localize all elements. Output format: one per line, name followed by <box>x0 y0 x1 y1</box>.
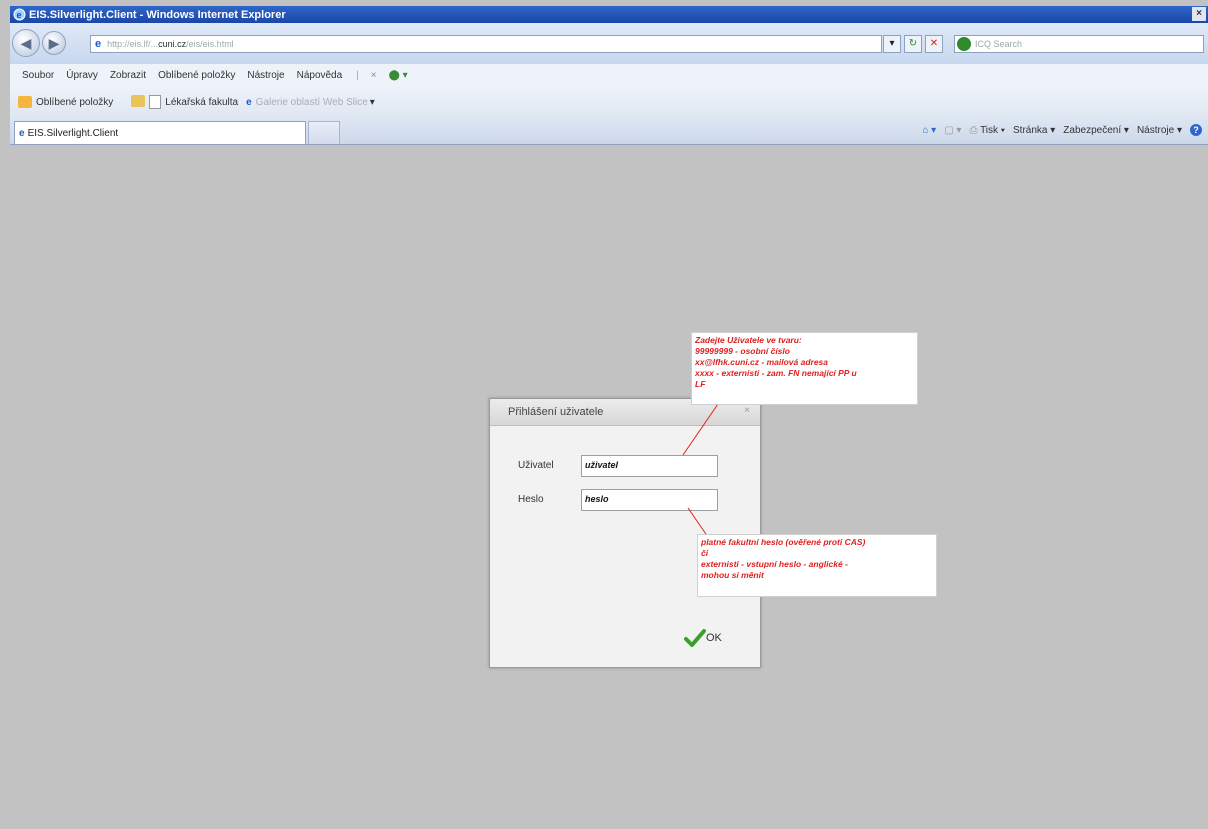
search-placeholder: ICQ Search <box>975 39 1023 49</box>
user-hint-line: Zadejte Uživatele ve tvaru: <box>695 335 802 345</box>
menu-tools[interactable]: Nástroje <box>247 70 284 81</box>
user-hint-line: xxxx - externisti - zam. FN nemající PP … <box>695 368 857 378</box>
favorites-bar: Oblíbené položky Lékařská fakulta e Gale… <box>10 86 1208 118</box>
icq-flower-icon <box>957 37 971 51</box>
favorites-star-icon <box>18 96 32 108</box>
window-title-bar: e EIS.Silverlight.Client - Windows Inter… <box>10 6 1208 23</box>
ie-page-icon: e <box>246 96 252 108</box>
address-toolbar: ◀ ▶ e http://eis.lf/... cuni.cz /eis/eis… <box>10 23 1208 63</box>
refresh-icon[interactable]: ↻ <box>904 35 922 53</box>
ok-label: OK <box>706 632 722 644</box>
print-button[interactable]: ⎙ Tisk ▾ <box>969 125 1005 136</box>
stop-icon[interactable]: ✕ <box>925 35 943 53</box>
password-hint-line: či <box>701 548 709 558</box>
address-tools: ▾ ↻ ✕ <box>883 35 943 53</box>
page-menu-button[interactable]: Stránka ▾ <box>1013 125 1055 136</box>
password-hint-line: platné fakultní heslo (ověřené proti CAS… <box>701 537 866 547</box>
addon-icon[interactable]: ⬤ ▾ <box>389 70 408 81</box>
chevron-down-icon[interactable]: ▾ <box>370 97 375 108</box>
window-close-button[interactable]: × <box>1192 7 1206 21</box>
menu-favorites[interactable]: Oblíbené položky <box>158 70 235 81</box>
forward-arrow-icon: ▶ <box>48 34 60 51</box>
password-hint-line: externisti - vstupní heslo - anglické - <box>701 559 848 569</box>
menu-edit[interactable]: Úpravy <box>66 70 98 81</box>
menu-file[interactable]: Soubor <box>22 70 54 81</box>
search-input[interactable]: ICQ Search <box>954 35 1204 53</box>
tools-menu-button[interactable]: Nástroje ▾ <box>1137 125 1182 136</box>
page-icon <box>149 95 162 109</box>
address-input[interactable]: e http://eis.lf/... cuni.cz /eis/eis.htm… <box>90 35 882 53</box>
menu-bar: Soubor Úpravy Zobrazit Oblíbené položky … <box>10 63 1208 87</box>
home-icon[interactable]: ⌂ ▾ <box>922 125 936 136</box>
menu-separator: | <box>356 70 359 81</box>
user-hint-line: 99999999 - osobní číslo <box>695 346 790 356</box>
page-icon: e <box>95 38 102 50</box>
favorite-link-lf[interactable]: Lékařská fakulta <box>165 97 238 108</box>
ok-button[interactable]: OK <box>684 629 722 647</box>
password-hint-line: mohou si měnit <box>701 570 764 580</box>
url-domain: cuni.cz <box>158 39 187 49</box>
url-prefix: http://eis.lf/... <box>107 39 159 49</box>
tab-eis[interactable]: e EIS.Silverlight.Client <box>14 121 306 144</box>
user-hint-line: LF <box>695 379 706 389</box>
ie-logo-icon: e <box>13 8 26 21</box>
url-suffix: /eis/eis.html <box>186 39 234 49</box>
close-icon[interactable]: × <box>371 70 377 81</box>
password-input[interactable]: heslo <box>581 489 718 511</box>
login-dialog: Přihlášení uživatele × Uživatel uživatel… <box>489 398 761 668</box>
safety-menu-button[interactable]: Zabezpečení ▾ <box>1063 125 1129 136</box>
password-label: Heslo <box>518 494 544 505</box>
back-arrow-icon: ◀ <box>20 34 32 51</box>
favorites-button[interactable]: Oblíbené položky <box>36 97 113 108</box>
menu-help[interactable]: Nápověda <box>297 70 343 81</box>
user-hint-line: xx@lfhk.cuni.cz - mailová adresa <box>695 357 829 367</box>
user-hint-callout: Zadejte Uživatele ve tvaru: 99999999 - o… <box>691 332 918 405</box>
tab-bar: e EIS.Silverlight.Client ⌂ ▾ ▢ ▾ ⎙ Tisk … <box>10 118 1208 145</box>
ie-tab-icon: e <box>19 127 25 139</box>
back-button[interactable]: ◀ <box>12 29 40 57</box>
favorite-link-webslice[interactable]: Galerie oblastí Web Slice <box>256 97 368 108</box>
add-favorite-icon[interactable] <box>131 94 149 110</box>
password-hint-callout: platné fakultní heslo (ověřené proti CAS… <box>697 534 937 597</box>
help-icon[interactable]: ? <box>1190 124 1202 136</box>
user-label: Uživatel <box>518 460 554 471</box>
command-bar: ⌂ ▾ ▢ ▾ ⎙ Tisk ▾ Stránka ▾ Zabezpečení ▾… <box>922 124 1202 136</box>
tab-title: EIS.Silverlight.Client <box>27 127 119 139</box>
feeds-icon[interactable]: ▢ ▾ <box>944 125 961 136</box>
window-title: EIS.Silverlight.Client - Windows Interne… <box>29 8 286 21</box>
user-input[interactable]: uživatel <box>581 455 718 477</box>
dropdown-arrow-icon[interactable]: ▾ <box>883 35 901 53</box>
dialog-title: Přihlášení uživatele <box>508 406 604 418</box>
svg-text:e: e <box>17 10 22 20</box>
dialog-close-icon[interactable]: × <box>744 405 750 416</box>
forward-button[interactable]: ▶ <box>42 31 66 55</box>
menu-view[interactable]: Zobrazit <box>110 70 146 81</box>
checkmark-icon <box>684 629 706 647</box>
new-tab-button[interactable] <box>308 121 340 144</box>
